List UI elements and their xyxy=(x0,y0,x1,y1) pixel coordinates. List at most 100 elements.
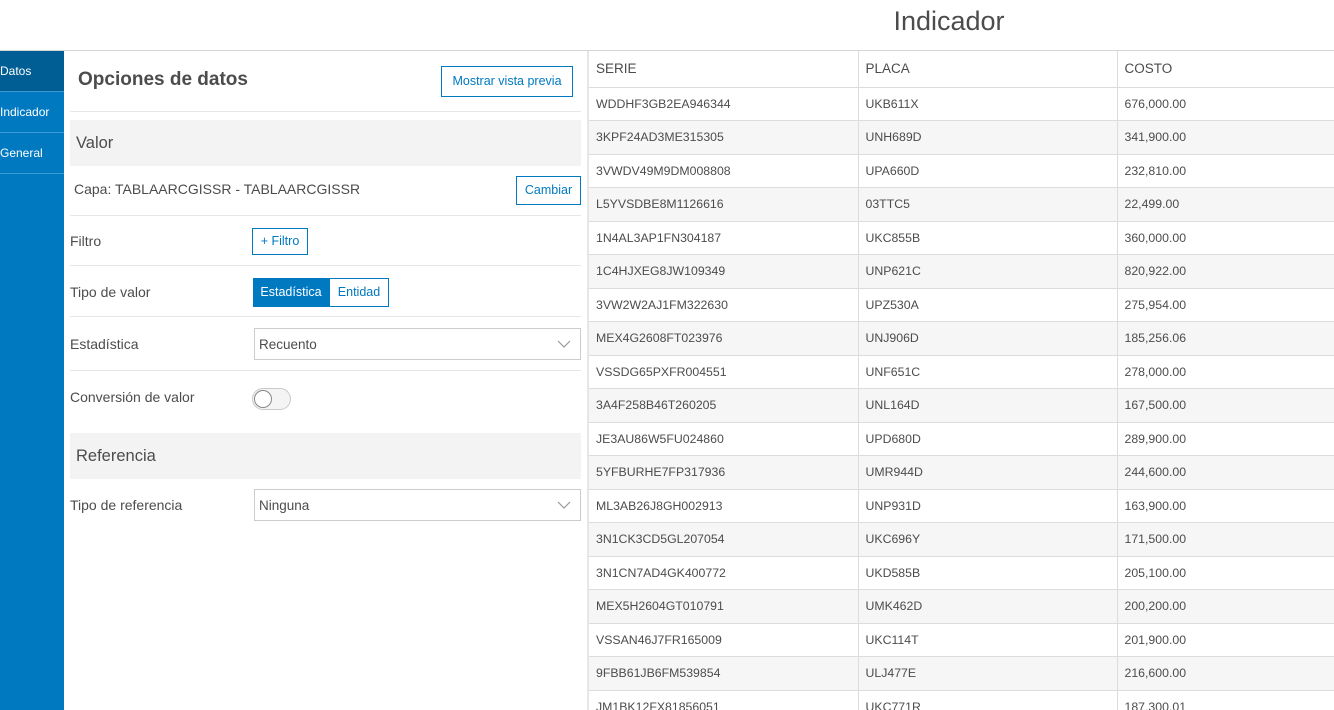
cell-serie: L5YVSDBE8M1126616 xyxy=(589,187,859,222)
cell-placa: UKC114T xyxy=(858,623,1118,657)
table-row[interactable]: VSSDG65PXFR004551 UNF651C 278,000.00 xyxy=(589,355,1334,389)
table-row[interactable]: 1N4AL3AP1FN304187 UKC855B 360,000.00 xyxy=(589,221,1334,255)
cell-placa: UNJ906D xyxy=(858,321,1118,356)
table-row[interactable]: ML3AB26J8GH002913 UNP931D 163,900.00 xyxy=(589,489,1334,523)
reference-type-select[interactable]: Ninguna xyxy=(254,489,581,521)
cell-placa: UPZ530A xyxy=(858,288,1118,322)
toggle-knob xyxy=(254,390,272,408)
show-preview-button[interactable]: Mostrar vista previa xyxy=(441,66,573,97)
cell-costo: 278,000.00 xyxy=(1117,355,1334,389)
cell-serie: 5YFBURHE7FP317936 xyxy=(589,455,859,490)
filter-row: Filtro + Filtro xyxy=(70,216,581,266)
cell-placa: UKC855B xyxy=(858,221,1118,255)
cell-serie: VSSAN46J7FR165009 xyxy=(589,623,859,657)
statistic-select[interactable]: Recuento xyxy=(254,328,581,360)
reference-type-select-value: Ninguna xyxy=(259,498,310,513)
cell-placa: UKC696Y xyxy=(858,522,1118,557)
cell-placa: 03TTC5 xyxy=(858,187,1118,222)
sidebar-item-indicador[interactable]: Indicador xyxy=(0,92,64,133)
table-row[interactable]: 3A4F258B46T260205 UNL164D 167,500.00 xyxy=(589,388,1334,423)
statistic-select-value: Recuento xyxy=(259,337,317,352)
cell-costo: 676,000.00 xyxy=(1117,87,1334,121)
cell-serie: 3KPF24AD3ME315305 xyxy=(589,120,859,155)
cell-placa: UNF651C xyxy=(858,355,1118,389)
cell-costo: 171,500.00 xyxy=(1117,522,1334,557)
table-row[interactable]: 3KPF24AD3ME315305 UNH689D 341,900.00 xyxy=(589,120,1334,155)
preview-table-container[interactable]: SERIE PLACA COSTO WDDHF3GB2EA946344 UKB61… xyxy=(589,51,1334,710)
cell-costo: 275,954.00 xyxy=(1117,288,1334,322)
table-row[interactable]: MEX5H2604GT010791 UMK462D 200,200.00 xyxy=(589,589,1334,624)
cell-serie: JM1BK12FX81856051 xyxy=(589,690,859,710)
cell-placa: UNP931D xyxy=(858,489,1118,523)
table-row[interactable]: MEX4G2608FT023976 UNJ906D 185,256.06 xyxy=(589,321,1334,356)
cell-serie: MEX4G2608FT023976 xyxy=(589,321,859,356)
cell-costo: 289,900.00 xyxy=(1117,422,1334,456)
preview-table: SERIE PLACA COSTO WDDHF3GB2EA946344 UKB61… xyxy=(589,51,1334,710)
table-row[interactable]: L5YVSDBE8M1126616 03TTC5 22,499.00 xyxy=(589,187,1334,222)
cell-serie: MEX5H2604GT010791 xyxy=(589,589,859,624)
table-row[interactable]: 3N1CK3CD5GL207054 UKC696Y 171,500.00 xyxy=(589,522,1334,557)
cell-placa: UNH689D xyxy=(858,120,1118,155)
sidebar-item-general[interactable]: General xyxy=(0,133,64,174)
change-layer-button[interactable]: Cambiar xyxy=(516,176,581,205)
cell-serie: 3N1CK3CD5GL207054 xyxy=(589,522,859,557)
value-conversion-label: Conversión de valor xyxy=(70,389,195,405)
cell-placa: UKB611X xyxy=(858,87,1118,121)
table-row[interactable]: 1C4HJXEG8JW109349 UNP621C 820,922.00 xyxy=(589,254,1334,289)
feature-toggle-button[interactable]: Entidad xyxy=(329,278,389,307)
column-header-costo[interactable]: COSTO xyxy=(1117,51,1334,88)
statistic-toggle-button[interactable]: Estadística xyxy=(253,278,329,307)
table-header-row: SERIE PLACA COSTO xyxy=(589,51,1334,88)
cell-placa: UMK462D xyxy=(858,589,1118,624)
table-row[interactable]: WDDHF3GB2EA946344 UKB611X 676,000.00 xyxy=(589,87,1334,121)
column-header-serie[interactable]: SERIE xyxy=(589,51,859,88)
cell-serie: WDDHF3GB2EA946344 xyxy=(589,87,859,121)
cell-placa: UPD680D xyxy=(858,422,1118,456)
cell-placa: UMR944D xyxy=(858,455,1118,490)
table-row[interactable]: 9FBB61JB6FM539854 ULJ477E 216,600.00 xyxy=(589,656,1334,691)
cell-placa: ULJ477E xyxy=(858,656,1118,691)
cell-serie: 3N1CN7AD4GK400772 xyxy=(589,556,859,590)
reference-type-row: Tipo de referencia Ninguna xyxy=(70,479,581,529)
cell-placa: UNP621C xyxy=(858,254,1118,289)
table-row[interactable]: JE3AU86W5FU024860 UPD680D 289,900.00 xyxy=(589,422,1334,456)
sidebar: Datos Indicador General xyxy=(0,51,64,710)
cell-serie: 3VWDV49M9DM008808 xyxy=(589,154,859,188)
table-row[interactable]: 3N1CN7AD4GK400772 UKD585B 205,100.00 xyxy=(589,556,1334,590)
cell-costo: 167,500.00 xyxy=(1117,388,1334,423)
cell-costo: 201,900.00 xyxy=(1117,623,1334,657)
table-row[interactable]: 5YFBURHE7FP317936 UMR944D 244,600.00 xyxy=(589,455,1334,490)
chevron-down-icon xyxy=(557,340,571,348)
data-options-panel: Opciones de datos Mostrar vista previa V… xyxy=(64,51,587,710)
value-type-row: Tipo de valor Estadística Entidad xyxy=(70,266,581,317)
cell-costo: 187,300.01 xyxy=(1117,690,1334,710)
value-conversion-row: Conversión de valor xyxy=(70,371,581,426)
referencia-section-title: Referencia xyxy=(76,447,156,465)
reference-type-label: Tipo de referencia xyxy=(70,497,183,513)
cell-costo: 200,200.00 xyxy=(1117,589,1334,624)
filter-label: Filtro xyxy=(70,233,102,249)
table-row[interactable]: VSSAN46J7FR165009 UKC114T 201,900.00 xyxy=(589,623,1334,657)
statistic-row: Estadística Recuento xyxy=(70,317,581,371)
cell-costo: 341,900.00 xyxy=(1117,120,1334,155)
value-type-label: Tipo de valor xyxy=(70,284,151,300)
chevron-down-icon xyxy=(557,501,571,509)
cell-costo: 163,900.00 xyxy=(1117,489,1334,523)
sidebar-item-datos[interactable]: Datos xyxy=(0,51,64,92)
table-row[interactable]: JM1BK12FX81856051 UKC771R 187,300.01 xyxy=(589,690,1334,710)
cell-costo: 820,922.00 xyxy=(1117,254,1334,289)
cell-serie: 9FBB61JB6FM539854 xyxy=(589,656,859,691)
cell-costo: 185,256.06 xyxy=(1117,321,1334,356)
table-row[interactable]: 3VW2W2AJ1FM322630 UPZ530A 275,954.00 xyxy=(589,288,1334,322)
valor-section-title: Valor xyxy=(76,134,114,152)
value-conversion-toggle[interactable] xyxy=(252,388,291,410)
add-filter-button[interactable]: + Filtro xyxy=(252,228,308,255)
column-header-placa[interactable]: PLACA xyxy=(858,51,1118,88)
referencia-section-header: Referencia xyxy=(70,433,581,479)
cell-placa: UKD585B xyxy=(858,556,1118,590)
layer-label: Capa: TABLAARCGISSR - TABLAARCGISSR xyxy=(74,181,361,197)
cell-placa: UNL164D xyxy=(858,388,1118,423)
cell-serie: 1C4HJXEG8JW109349 xyxy=(589,254,859,289)
cell-costo: 360,000.00 xyxy=(1117,221,1334,255)
table-row[interactable]: 3VWDV49M9DM008808 UPA660D 232,810.00 xyxy=(589,154,1334,188)
